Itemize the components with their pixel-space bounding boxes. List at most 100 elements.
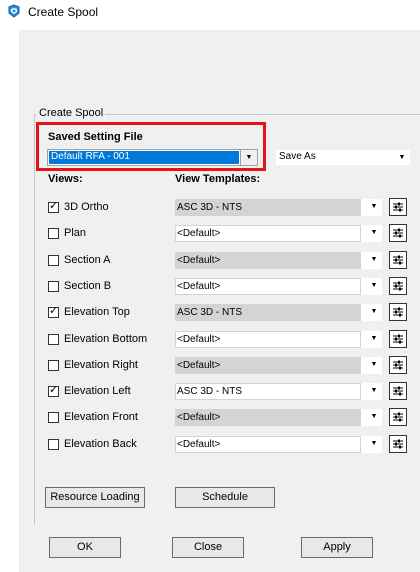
template-settings-button[interactable] xyxy=(389,224,407,243)
template-settings-button[interactable] xyxy=(389,303,407,322)
view-label: Plan xyxy=(64,227,87,240)
view-template-dropdown[interactable]: ASC 3D - NTS ▼ xyxy=(175,199,382,216)
chevron-down-icon[interactable]: ▼ xyxy=(366,331,382,346)
view-label: Elevation Top xyxy=(64,306,130,319)
view-row: Section B <Default> ▼ xyxy=(0,275,420,301)
template-settings-button[interactable] xyxy=(389,329,407,348)
checkmark-icon: ✓ xyxy=(49,200,59,212)
view-template-dropdown[interactable]: <Default> ▼ xyxy=(175,330,382,348)
view-row: ✓ Elevation Left ASC 3D - NTS ▼ xyxy=(0,380,420,406)
view-checkbox[interactable]: ✓ xyxy=(48,305,59,319)
view-checkbox[interactable] xyxy=(48,228,59,240)
schedule-button[interactable]: Schedule xyxy=(175,487,275,508)
template-field: ASC 3D - NTS xyxy=(175,304,361,322)
chevron-down-icon[interactable]: ▼ xyxy=(366,252,382,267)
template-settings-button[interactable] xyxy=(389,382,407,401)
template-value: <Default> xyxy=(177,280,221,292)
template-settings-button[interactable] xyxy=(389,250,407,269)
template-field: ASC 3D - NTS xyxy=(175,199,361,216)
view-label: Elevation Right xyxy=(64,358,138,371)
template-settings-button[interactable] xyxy=(389,355,407,374)
view-label: Section B xyxy=(64,279,112,292)
view-template-dropdown[interactable]: <Default> ▼ xyxy=(175,409,382,427)
saved-setting-file-value: Default RFA - 001 xyxy=(51,151,130,162)
template-value: <Default> xyxy=(177,254,221,266)
view-label: Section A xyxy=(64,253,111,266)
template-settings-button[interactable] xyxy=(389,408,407,427)
view-checkbox[interactable]: ✓ xyxy=(48,384,59,398)
template-field: <Default> xyxy=(175,225,361,243)
view-checkbox[interactable] xyxy=(48,412,59,424)
template-value: <Default> xyxy=(177,228,221,240)
template-field: ASC 3D - NTS xyxy=(175,383,361,401)
template-value: <Default> xyxy=(177,359,221,371)
view-row: ✓ Elevation Top ASC 3D - NTS ▼ xyxy=(0,301,420,327)
settings-sliders-icon xyxy=(393,255,403,265)
checkmark-icon: ✓ xyxy=(49,384,59,397)
settings-sliders-icon xyxy=(393,386,403,396)
view-template-dropdown[interactable]: ASC 3D - NTS ▼ xyxy=(175,383,382,401)
template-field: <Default> xyxy=(175,330,361,348)
settings-sliders-icon xyxy=(393,334,403,343)
view-checkbox[interactable] xyxy=(48,280,59,292)
chevron-down-icon[interactable]: ▼ xyxy=(366,436,382,451)
template-settings-button[interactable] xyxy=(389,198,407,216)
view-label: Elevation Back xyxy=(64,437,137,450)
settings-sliders-icon xyxy=(393,228,403,238)
template-value: ASC 3D - NTS xyxy=(177,202,243,213)
chevron-down-icon[interactable]: ▼ xyxy=(240,150,257,165)
template-value: <Default> xyxy=(177,412,221,424)
template-field: <Default> xyxy=(175,356,361,374)
template-field: <Default> xyxy=(175,277,361,295)
chevron-down-icon[interactable]: ▼ xyxy=(366,225,382,240)
view-templates-header: View Templates: xyxy=(175,173,261,185)
view-template-dropdown[interactable]: <Default> ▼ xyxy=(175,251,382,269)
view-checkbox[interactable] xyxy=(48,438,59,450)
view-label: Elevation Left xyxy=(64,385,131,398)
view-template-dropdown[interactable]: <Default> ▼ xyxy=(175,277,382,295)
view-row: Elevation Right <Default> ▼ xyxy=(0,354,420,380)
chevron-down-icon[interactable]: ▼ xyxy=(366,409,382,424)
resource-loading-button[interactable]: Resource Loading xyxy=(45,487,145,508)
view-label: Elevation Bottom xyxy=(64,332,148,345)
saved-setting-file-label: Saved Setting File xyxy=(48,131,143,143)
views-header: Views: xyxy=(48,173,83,185)
view-template-dropdown[interactable]: <Default> ▼ xyxy=(175,225,382,243)
view-label: Elevation Front xyxy=(64,411,138,424)
view-template-dropdown[interactable]: <Default> ▼ xyxy=(175,356,382,374)
title-bar: Create Spool xyxy=(0,0,420,30)
checkmark-icon: ✓ xyxy=(49,305,59,318)
template-value: <Default> xyxy=(177,333,221,345)
chevron-down-icon[interactable]: ▼ xyxy=(366,383,382,398)
apply-button[interactable]: Apply xyxy=(301,537,373,558)
chevron-down-icon[interactable]: ▼ xyxy=(394,150,410,165)
view-row: Elevation Front <Default> ▼ xyxy=(0,406,420,432)
view-checkbox[interactable] xyxy=(48,359,59,371)
settings-sliders-icon xyxy=(393,360,403,370)
save-as-dropdown[interactable]: Save As ▼ xyxy=(275,149,411,166)
view-checkbox[interactable] xyxy=(48,254,59,266)
view-row: Elevation Bottom <Default> ▼ xyxy=(0,328,420,354)
template-settings-button[interactable] xyxy=(389,276,407,295)
chevron-down-icon[interactable]: ▼ xyxy=(366,278,382,293)
view-row: ✓ 3D Ortho ASC 3D - NTS ▼ xyxy=(0,196,420,222)
chevron-down-icon[interactable]: ▼ xyxy=(366,304,382,319)
view-row: Plan <Default> ▼ xyxy=(0,222,420,248)
template-field: <Default> xyxy=(175,409,361,427)
saved-setting-file-dropdown[interactable]: Default RFA - 001 ▼ xyxy=(47,149,258,166)
chevron-down-icon[interactable]: ▼ xyxy=(366,357,382,372)
template-value: <Default> xyxy=(177,438,221,450)
view-row: Section A <Default> ▼ xyxy=(0,249,420,275)
view-checkbox[interactable] xyxy=(48,333,59,345)
save-as-value: Save As xyxy=(279,151,316,162)
template-settings-button[interactable] xyxy=(389,434,407,453)
chevron-down-icon[interactable]: ▼ xyxy=(366,199,382,214)
close-button[interactable]: Close xyxy=(172,537,244,558)
ok-button[interactable]: OK xyxy=(49,537,121,558)
template-field: <Default> xyxy=(175,435,361,453)
view-template-dropdown[interactable]: <Default> ▼ xyxy=(175,435,382,453)
window-title: Create Spool xyxy=(28,5,99,19)
settings-sliders-icon xyxy=(393,307,403,317)
view-template-dropdown[interactable]: ASC 3D - NTS ▼ xyxy=(175,304,382,322)
view-checkbox[interactable]: ✓ xyxy=(48,200,59,213)
